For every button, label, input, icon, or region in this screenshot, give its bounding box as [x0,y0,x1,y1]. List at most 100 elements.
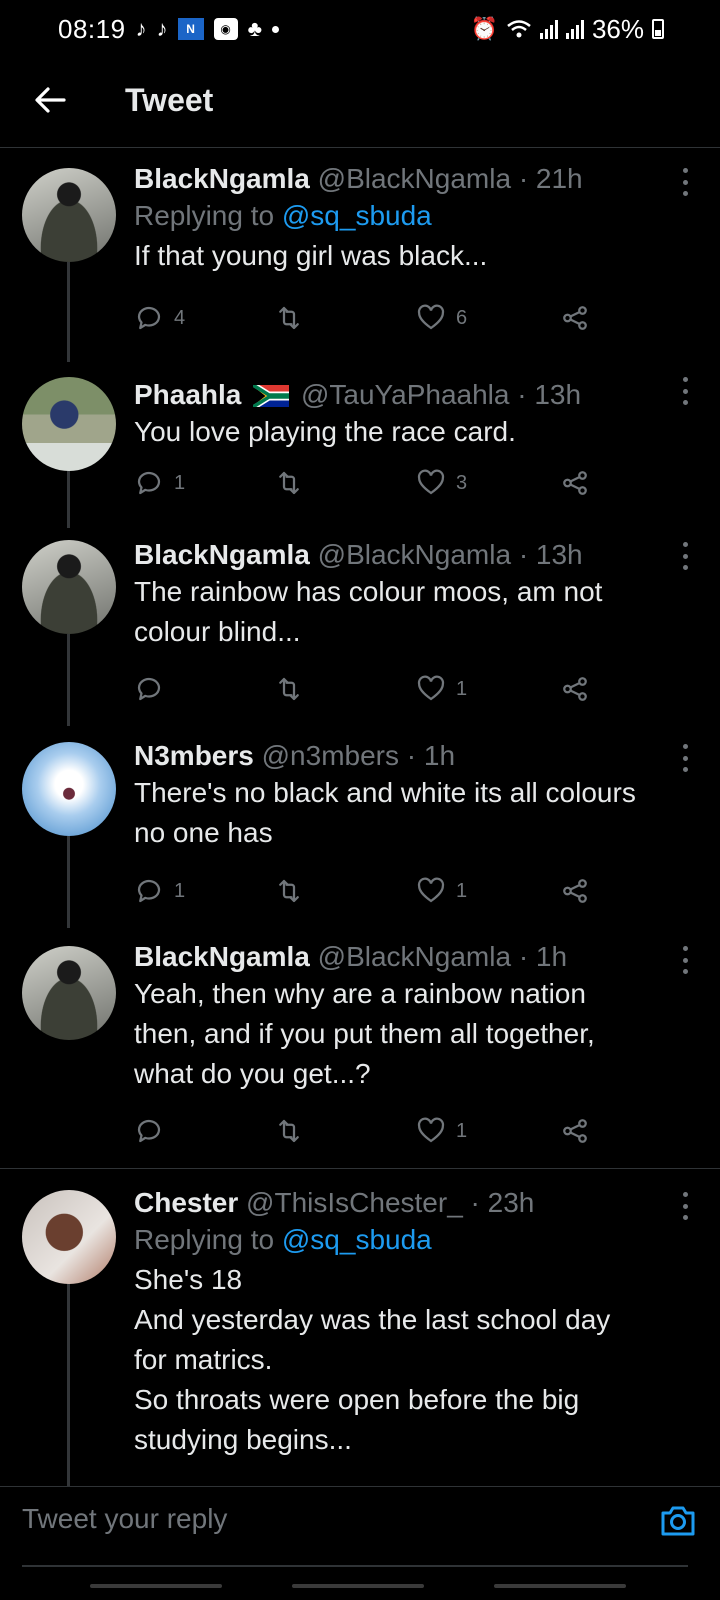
tweet-actions: 1 [134,674,604,710]
reply-icon [137,677,161,701]
input-underline [22,1565,688,1567]
handle: @ThisIsChester_ [246,1187,463,1218]
share-button[interactable] [560,674,590,704]
timestamp: · 13h [518,539,583,570]
bixby-icon: ♣ [247,16,263,41]
display-name[interactable]: BlackNgamla [134,539,310,570]
wifi-icon [506,18,532,40]
avatar[interactable] [22,1190,116,1284]
like-button[interactable]: 3 [416,468,467,498]
reply-button[interactable] [134,1116,174,1146]
tweet-actions: 1 [134,1116,604,1152]
top-header: Tweet [0,58,720,148]
heart-icon [417,304,445,330]
signal-icon [539,19,558,39]
share-button[interactable] [560,303,590,333]
reply-button[interactable]: 1 [134,468,185,498]
tweet-text: She's 18 And yesterday was the last scho… [134,1264,611,1455]
retweet-button[interactable] [274,1116,314,1146]
reply-icon [137,879,161,903]
back-button[interactable] [30,80,70,120]
display-name[interactable]: BlackNgamla [134,163,310,194]
heart-icon [417,675,445,701]
retweet-button[interactable] [274,876,314,906]
tiktok-icon: ♪ [135,16,147,41]
avatar[interactable] [22,946,116,1040]
share-icon [563,471,587,495]
reply-mention-link[interactable]: @sq_sbuda [282,200,432,231]
avatar[interactable] [22,540,116,634]
like-button[interactable]: 1 [416,1116,467,1146]
arrow-left-icon [35,87,66,113]
back-nav-button[interactable] [494,1584,626,1588]
timestamp: · 1h [518,941,568,972]
replying-label: Replying to [134,1224,275,1255]
tweet-text: If that young girl was black... [134,240,488,271]
reply-input[interactable]: Tweet your reply [22,1503,227,1535]
share-button[interactable] [560,876,590,906]
more-options-icon[interactable] [680,542,690,570]
more-options-icon[interactable] [680,744,690,772]
reply-button[interactable]: 1 [134,876,185,906]
replying-label: Replying to [134,200,275,231]
display-name[interactable]: BlackNgamla [134,941,310,972]
page-title: Tweet [125,82,214,118]
reply-button[interactable] [134,674,174,704]
like-count: 1 [456,879,468,902]
signal-icon [565,19,584,39]
tweet-actions: 1 1 [134,876,604,912]
battery-level: 36% [591,13,644,44]
south-africa-flag-icon [253,385,290,407]
divider [0,1168,720,1169]
like-button[interactable]: 1 [416,876,467,906]
share-button[interactable] [560,1116,590,1146]
recents-button[interactable] [90,1584,222,1588]
reply-count: 4 [174,306,186,329]
retweet-button[interactable] [274,674,314,704]
retweet-icon [279,1119,299,1143]
like-button[interactable]: 1 [416,674,467,704]
reply-icon [137,1119,161,1143]
like-button[interactable]: 6 [416,303,467,333]
more-options-icon[interactable] [680,1192,690,1220]
thread-line [67,262,70,362]
avatar[interactable] [22,168,116,262]
thread-line [67,634,70,726]
handle: @TauYaPhaahla [300,379,510,410]
camera-button[interactable] [658,1501,698,1541]
alarm-icon: ⏰ [470,16,498,41]
dot-icon [272,25,280,33]
retweet-icon [279,879,299,903]
like-count: 6 [456,306,468,329]
status-time: 08:19 [58,13,126,44]
retweet-button[interactable] [274,468,314,498]
avatar[interactable] [22,742,116,836]
share-icon [563,677,587,701]
tweet-actions: 1 3 [134,468,604,504]
tweet-text: Yeah, then why are a rainbow nation then… [134,978,595,1089]
display-name[interactable]: Chester [134,1187,238,1218]
more-options-icon[interactable] [680,168,690,196]
reply-button[interactable]: 4 [134,303,185,333]
tweet-text: You love playing the race card. [134,416,516,447]
reply-mention-link[interactable]: @sq_sbuda [282,1224,432,1255]
reply-composer: Tweet your reply [0,1486,720,1567]
like-count: 3 [456,471,468,494]
share-icon [563,879,587,903]
news-app-icon: N [177,18,204,40]
timestamp: · 1h [406,740,456,771]
thread-line [67,1266,70,1486]
retweet-button[interactable] [274,303,314,333]
display-name[interactable]: Phaahla [134,379,241,410]
retweet-icon [279,677,299,701]
more-options-icon[interactable] [680,377,690,405]
home-button[interactable] [292,1584,424,1588]
camera-app-icon: ◉ [213,18,238,40]
tweet-text: There's no black and white its all colou… [134,777,636,848]
display-name[interactable]: N3mbers [134,740,254,771]
share-button[interactable] [560,468,590,498]
more-options-icon[interactable] [680,946,690,974]
avatar[interactable] [22,377,116,471]
timestamp: · 23h [470,1187,535,1218]
thread-line [67,836,70,928]
